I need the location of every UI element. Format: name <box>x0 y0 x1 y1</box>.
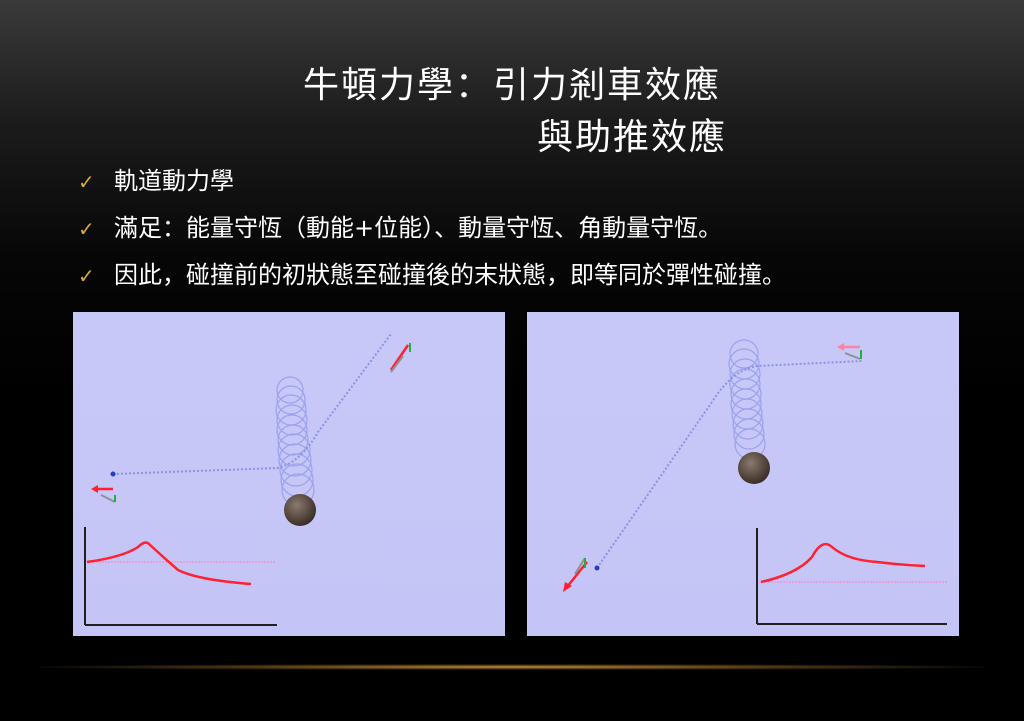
boost-simulation-graphic <box>563 339 947 625</box>
bullet-text: 滿足：能量守恆（動能+位能）、動量守恆、角動量守恆。 <box>114 214 723 242</box>
planet-trail <box>728 339 766 460</box>
energy-graph <box>756 528 947 625</box>
simulation-image-brake <box>73 312 505 636</box>
velocity-arrow-icon <box>837 343 862 360</box>
decorative-divider <box>40 664 984 670</box>
checkmark-icon: ✓ <box>78 217 95 241</box>
velocity-arrow-icon <box>563 557 588 592</box>
simulation-image-boost <box>527 312 959 636</box>
bullet-item: ✓ 軌道動力學 <box>78 158 786 205</box>
energy-graph <box>84 527 277 626</box>
planet-trail <box>275 376 315 507</box>
checkmark-icon: ✓ <box>78 170 95 194</box>
bullet-text: 軌道動力學 <box>114 167 234 195</box>
probe-trajectory <box>112 333 392 475</box>
bullet-item: ✓ 滿足：能量守恆（動能+位能）、動量守恆、角動量守恆。 <box>78 205 786 252</box>
velocity-arrow-icon <box>91 485 116 503</box>
planet <box>738 452 770 484</box>
checkmark-icon: ✓ <box>78 264 95 288</box>
probe-trajectory <box>596 360 863 569</box>
slide-title-line1: 牛頓力學：引力剎車效應 <box>302 65 721 106</box>
probe-dot <box>594 565 600 571</box>
bullet-list: ✓ 軌道動力學 ✓ 滿足：能量守恆（動能+位能）、動量守恆、角動量守恆。 ✓ 因此，碰… <box>78 158 786 299</box>
brake-simulation-graphic <box>84 333 411 626</box>
velocity-arrow-icon <box>389 343 411 373</box>
probe-dot <box>110 471 116 477</box>
planet <box>284 494 316 526</box>
bullet-item: ✓ 因此，碰撞前的初狀態至碰撞後的末狀態，即等同於彈性碰撞。 <box>78 252 786 299</box>
slide-title-line2: 與助推效應 <box>536 117 727 158</box>
bullet-text: 因此，碰撞前的初狀態至碰撞後的末狀態，即等同於彈性碰撞。 <box>114 261 786 289</box>
